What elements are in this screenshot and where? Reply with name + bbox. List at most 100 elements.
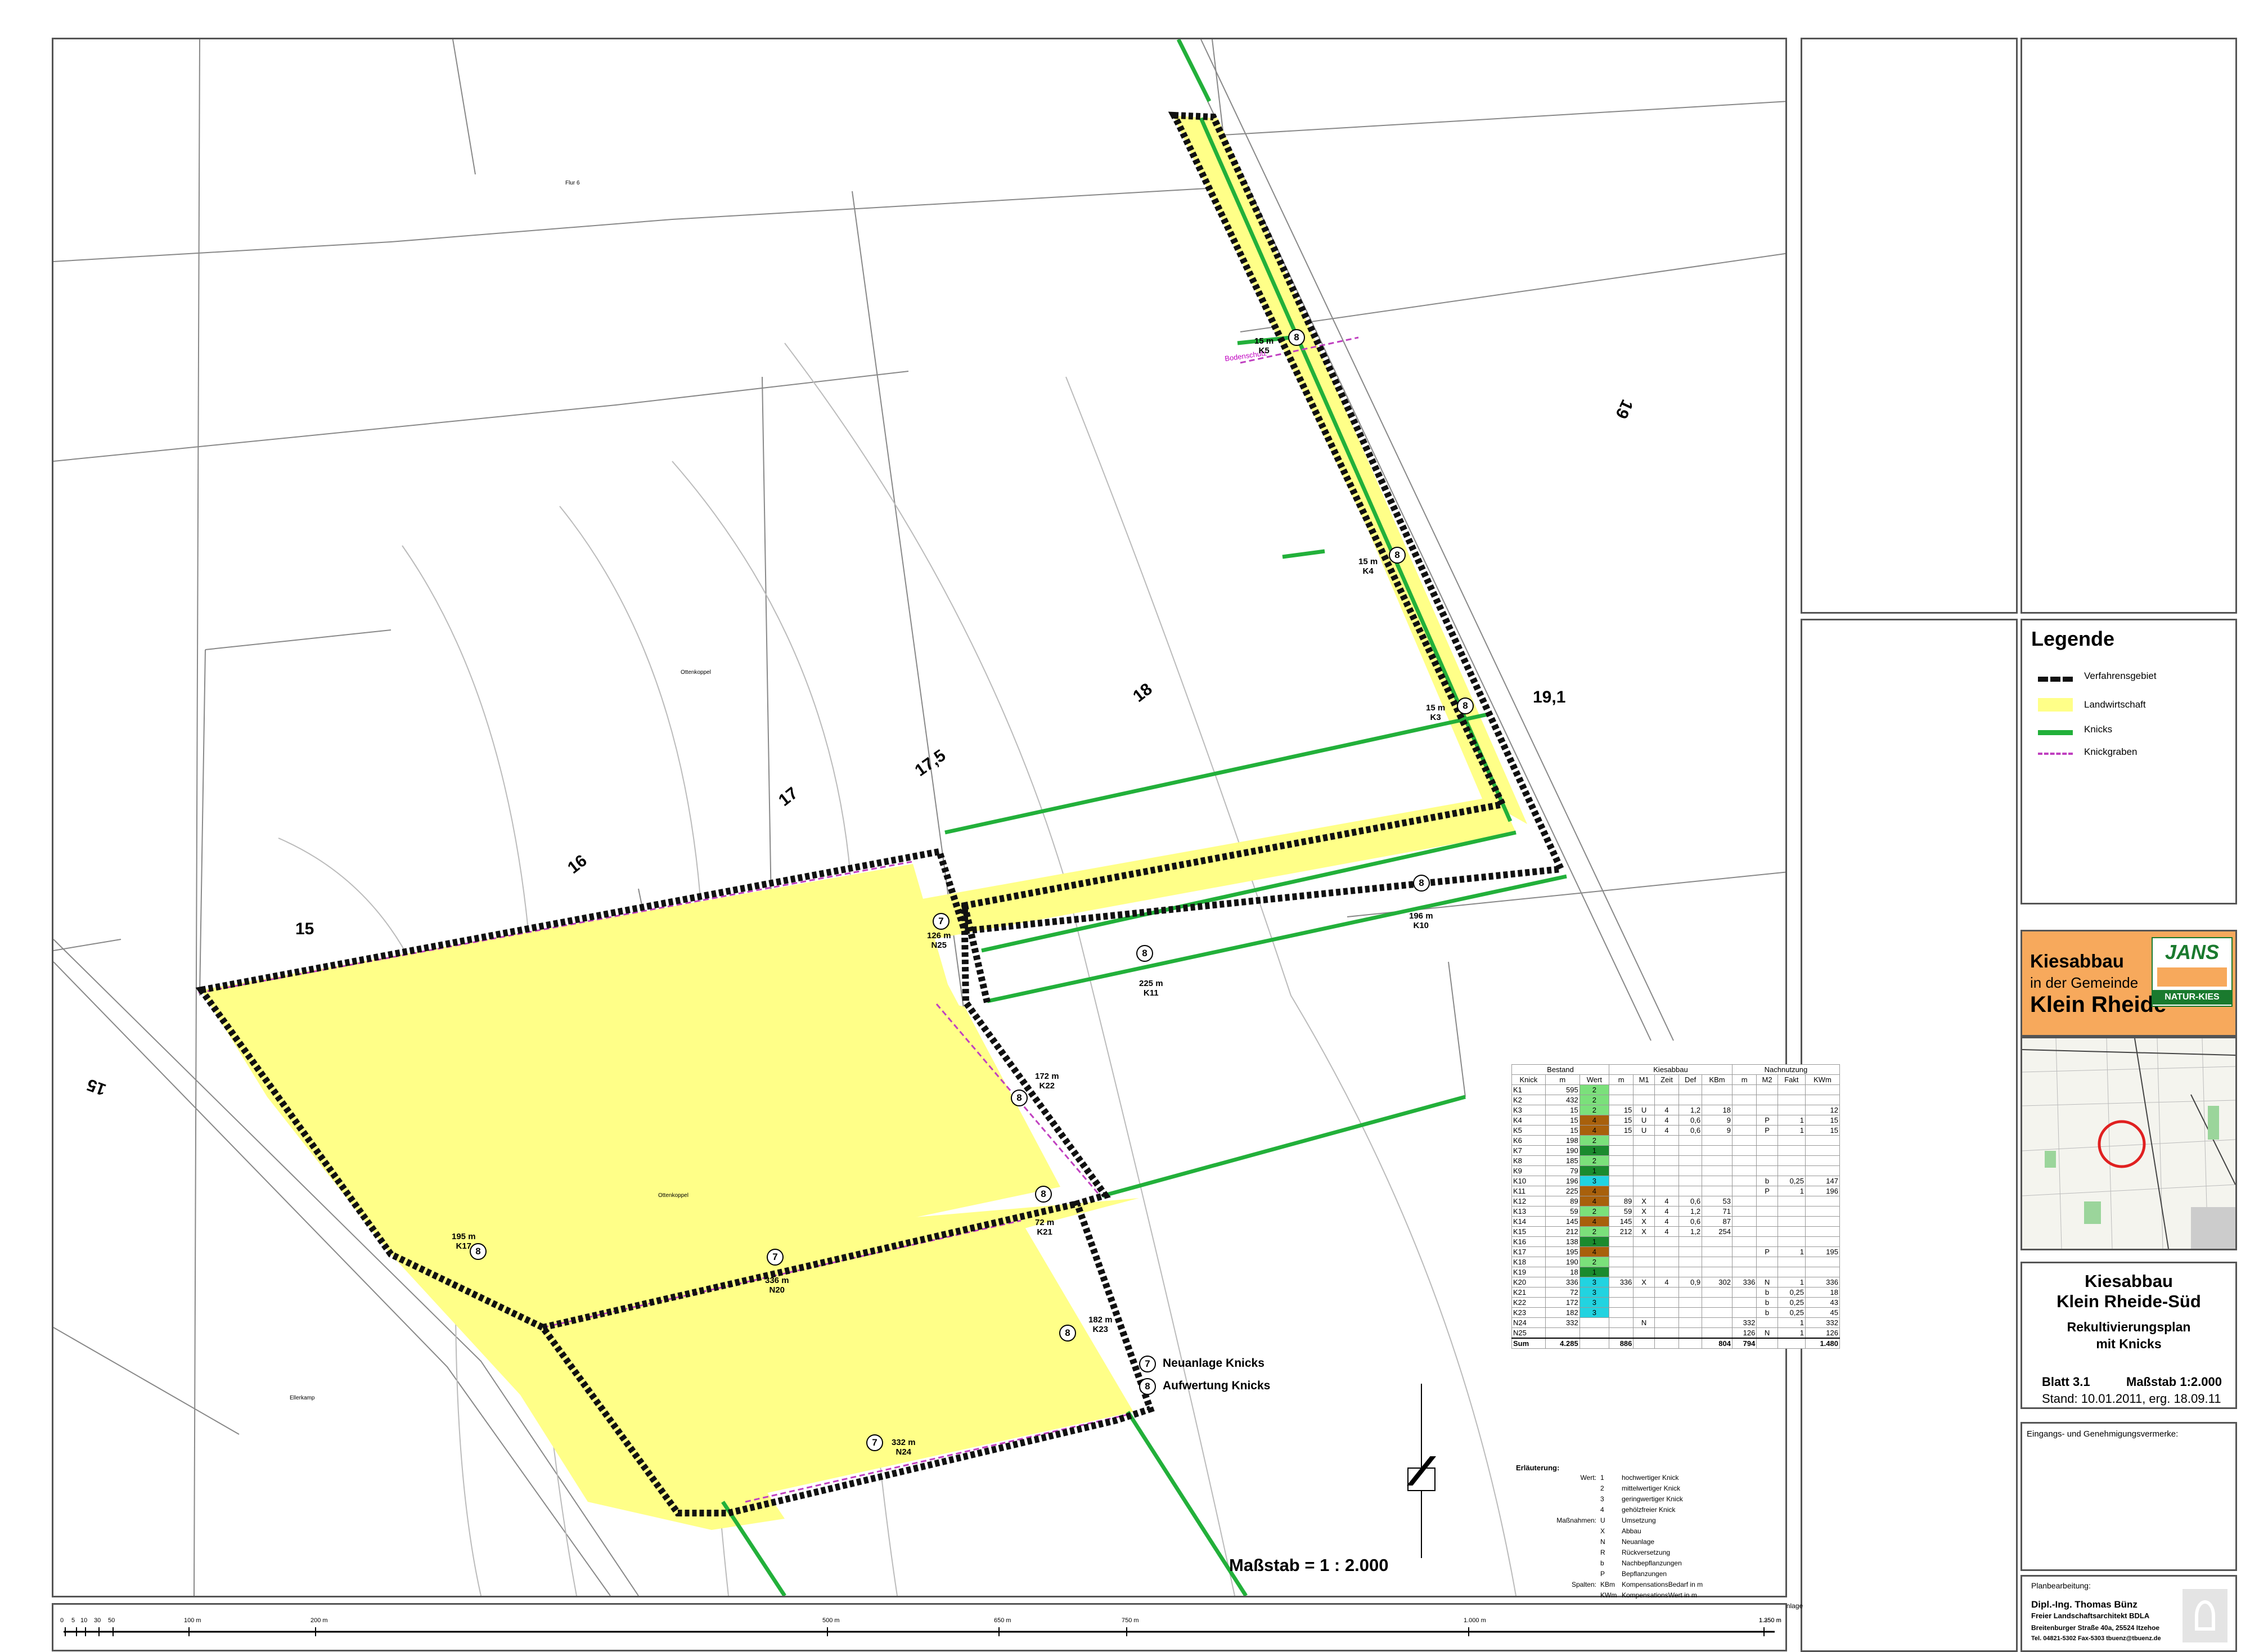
table-row: K5 15 4 15 U 4 0,6 9 P 1 15: [1511, 1125, 1840, 1136]
table-cell: 15: [1609, 1115, 1634, 1126]
table-cell: [1633, 1155, 1655, 1166]
scale-tick: [998, 1627, 1000, 1636]
table-cell: 59: [1545, 1206, 1580, 1217]
table-cell: Sum: [1511, 1338, 1546, 1349]
sheet-number: Blatt 3.1: [2042, 1375, 2090, 1389]
note-row: KWm KompensationsWert in m: [1600, 1591, 1697, 1599]
table-cell: 3: [1579, 1176, 1610, 1186]
table-cell: 43: [1804, 1297, 1840, 1308]
table-cell: N: [1633, 1317, 1655, 1328]
table-cell: [1731, 1165, 1757, 1176]
table-header-cell: m: [1609, 1074, 1634, 1085]
table-row: N24 332 N 332 1 332: [1511, 1317, 1840, 1328]
logo-line: in der Gemeinde: [2030, 974, 2139, 991]
scale-tick-label: 500 m: [822, 1617, 840, 1624]
table-cell: [1579, 1338, 1610, 1349]
scale-tick-label: 200 m: [310, 1617, 328, 1624]
table-cell: [1654, 1297, 1680, 1308]
table-group: Nachnutzung: [1731, 1064, 1840, 1075]
table-cell: 145: [1545, 1216, 1580, 1227]
table-cell: K11: [1511, 1186, 1546, 1196]
table-cell: [1804, 1267, 1840, 1277]
table-cell: P: [1756, 1125, 1778, 1136]
table-cell: [1702, 1135, 1732, 1146]
table-cell: 0,25: [1777, 1297, 1806, 1308]
table-cell: 212: [1545, 1226, 1580, 1237]
table-cell: [1678, 1257, 1703, 1267]
knick-label-k22: 172 m K22: [1035, 1072, 1059, 1091]
note-row: N Neuanlage: [1600, 1538, 1655, 1546]
table-cell: 126: [1804, 1327, 1840, 1339]
table-cell: [1777, 1165, 1806, 1176]
table-cell: 59: [1609, 1206, 1634, 1217]
table-cell: 138: [1545, 1236, 1580, 1247]
table-cell: [1678, 1317, 1703, 1328]
table-cell: [1678, 1165, 1703, 1176]
table-cell: [1756, 1236, 1778, 1247]
logo-panel: Kiesabbau in der Gemeinde Klein Rheide J…: [2020, 930, 2237, 1037]
table-header-cell: Def: [1678, 1074, 1703, 1085]
table-cell: X: [1633, 1216, 1655, 1227]
table-cell: [1702, 1246, 1732, 1257]
subtitle-line: mit Knicks: [2096, 1336, 2162, 1351]
scale-tick: [85, 1627, 86, 1636]
table-cell: K5: [1511, 1125, 1546, 1136]
note-row: R Rückversetzung: [1600, 1549, 1671, 1556]
sheet-scale: Maßstab 1:2.000: [2126, 1375, 2222, 1389]
table-cell: 4: [1654, 1105, 1680, 1115]
location-map: [2020, 1037, 2237, 1250]
scale-tick: [315, 1627, 316, 1636]
table-cell: b: [1756, 1287, 1778, 1298]
table-row: K7 190 1: [1511, 1145, 1840, 1156]
table-cell: 0,9: [1678, 1277, 1703, 1288]
table-cell: [1777, 1155, 1806, 1166]
logo-line: Kiesabbau: [2030, 951, 2124, 971]
key-label: Neuanlage Knicks: [1163, 1357, 1264, 1370]
table-cell: [1702, 1257, 1732, 1267]
table-cell: [1804, 1216, 1840, 1227]
note-row: Spalten: KBm KompensationsBedarf in m: [1571, 1581, 1703, 1588]
table-cell: 15: [1609, 1105, 1634, 1115]
field-label: Ottenkoppel: [681, 669, 711, 676]
table-cell: [1804, 1206, 1840, 1217]
table-cell: K2: [1511, 1095, 1546, 1105]
boundary-symbol: [2038, 677, 2073, 682]
scale-tick-label: 50: [108, 1617, 115, 1624]
title-block: Kiesabbau Klein Rheide-Süd Rekultivierun…: [2020, 1262, 2237, 1409]
table-cell: [1633, 1287, 1655, 1298]
scale-tick-label: 650 m: [994, 1617, 1011, 1624]
table-cell: [1756, 1257, 1778, 1267]
table-cell: 53: [1702, 1196, 1732, 1207]
table-row: K1 595 2: [1511, 1084, 1840, 1095]
table-cell: [1678, 1327, 1703, 1339]
table-cell: [1731, 1084, 1757, 1095]
table-cell: 3: [1579, 1307, 1610, 1318]
knick-table: Bestand Kiesabbau Nachnutzung Knick m Wert…: [1511, 1064, 1840, 1349]
table-cell: 89: [1545, 1196, 1580, 1207]
table-cell: 794: [1731, 1338, 1757, 1349]
table-cell: [1702, 1186, 1732, 1196]
table-cell: 1: [1777, 1186, 1806, 1196]
table-cell: 1: [1777, 1277, 1806, 1288]
table-cell: 196: [1804, 1186, 1840, 1196]
table-cell: 12: [1804, 1105, 1840, 1115]
table-row: K16 138 1: [1511, 1236, 1840, 1247]
scale-tick-label: 1.350 m: [1759, 1617, 1781, 1624]
scale-tick: [98, 1627, 100, 1636]
table-cell: [1654, 1307, 1680, 1318]
table-cell: 4: [1654, 1206, 1680, 1217]
table-cell: [1777, 1257, 1806, 1267]
table-cell: [1654, 1267, 1680, 1277]
green-symbol: [2038, 730, 2073, 735]
table-cell: [1731, 1095, 1757, 1105]
table-row: K23 182 3 b 0,25 45: [1511, 1307, 1840, 1318]
note-row: 3 geringwertiger Knick: [1600, 1495, 1683, 1503]
table-cell: [1777, 1084, 1806, 1095]
table-cell: [1804, 1145, 1840, 1156]
table-cell: 9: [1702, 1115, 1732, 1126]
table-cell: K1: [1511, 1084, 1546, 1095]
planner-address: Breitenburger Straße 40a, 25524 Itzehoe: [2031, 1624, 2160, 1632]
table-cell: [1633, 1165, 1655, 1176]
table-cell: K9: [1511, 1165, 1546, 1176]
knick-number: 7: [866, 1434, 883, 1451]
